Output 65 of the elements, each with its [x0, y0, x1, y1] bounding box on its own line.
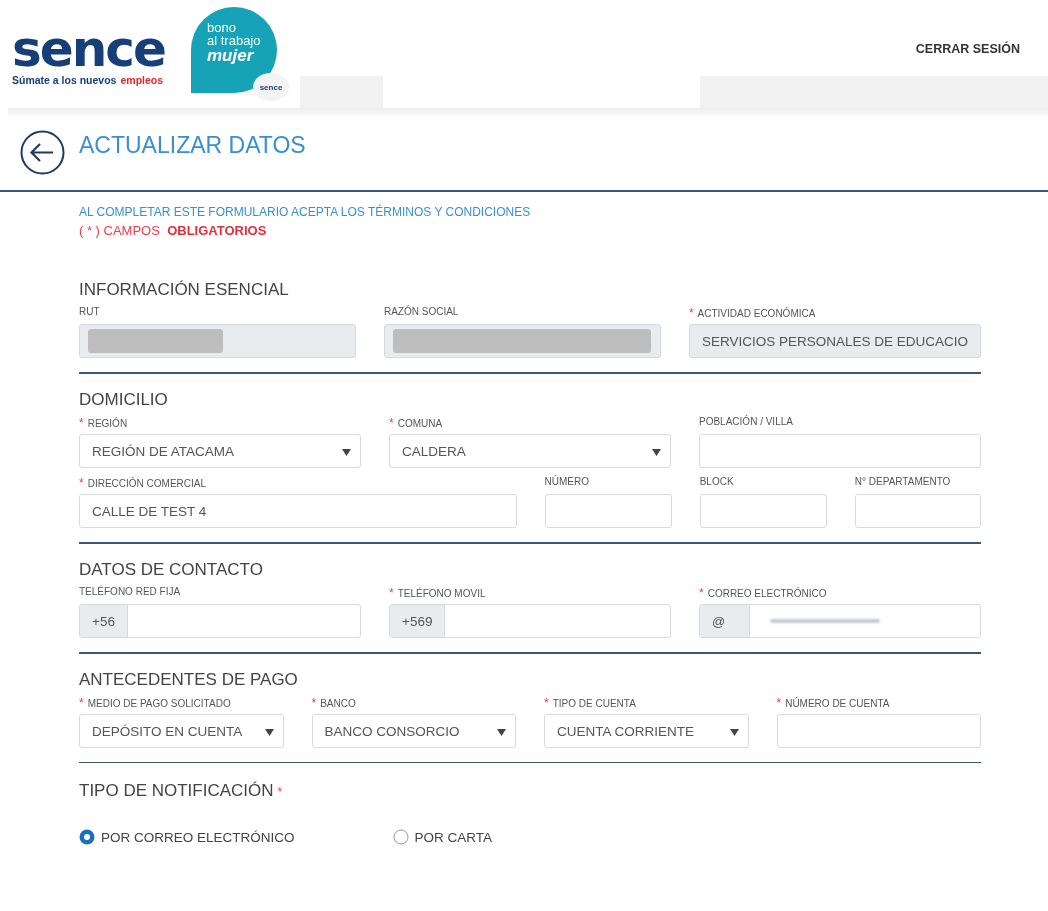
- select-field[interactable]: BANCO CONSORCIO: [311, 714, 516, 748]
- required-note: ( * ) CAMPOS OBLIGATORIOS: [79, 223, 268, 238]
- field-label: BLOCK: [699, 476, 734, 489]
- input-field[interactable]: +569: [389, 604, 671, 638]
- caret-icon: [729, 729, 739, 736]
- select-field[interactable]: CUENTA CORRIENTE: [544, 714, 749, 748]
- input-field[interactable]: @: [699, 604, 981, 638]
- required-asterisk: *: [79, 696, 84, 710]
- radio-option[interactable]: POR CORREO ELECTRÓNICO: [79, 829, 295, 845]
- logout-link[interactable]: CERRAR SESIÓN: [915, 42, 1020, 56]
- input-field[interactable]: CALLE DE TEST 4: [79, 494, 517, 528]
- field-label: DIRECCIÓN COMERCIAL: [87, 478, 207, 491]
- logo-tagline: Súmate a los nuevos: [12, 74, 117, 86]
- field-label: TIPO DE CUENTA: [552, 698, 636, 711]
- input-field[interactable]: [699, 494, 827, 528]
- readonly-field[interactable]: SERVICIOS PERSONALES DE EDUCACIO: [688, 324, 981, 358]
- required-asterisk: *: [776, 696, 782, 710]
- input-field[interactable]: +56: [79, 604, 361, 638]
- select-field[interactable]: DEPÓSITO EN CUENTA: [79, 714, 284, 748]
- terms-notice: AL COMPLETAR ESTE FORMULARIO ACEPTA LOS TÉRMINOS Y CONDICIONES: [79, 205, 532, 219]
- caret-icon: [652, 449, 661, 456]
- section-title: DATOS DE CONTACTO: [79, 560, 263, 580]
- mini-logo: sence: [253, 73, 289, 101]
- required-asterisk: *: [79, 416, 84, 430]
- required-asterisk: *: [688, 306, 694, 320]
- field-label: TELÉFONO MOVIL: [397, 588, 486, 601]
- required-asterisk: *: [79, 476, 84, 490]
- field-label: NÚMERO: [544, 476, 589, 489]
- field-label: ACTIVIDAD ECONÓMICA: [697, 308, 816, 321]
- section-title: ANTECEDENTES DE PAGO: [79, 670, 298, 690]
- input-field[interactable]: [699, 434, 981, 468]
- field-label: RUT: [79, 306, 100, 319]
- required-asterisk: *: [389, 586, 394, 600]
- readonly-field[interactable]: [383, 324, 661, 358]
- required-asterisk: *: [311, 696, 317, 710]
- field-label: N° DEPARTAMENTO: [854, 476, 951, 489]
- input-field[interactable]: [544, 494, 672, 528]
- caret-icon: [497, 729, 506, 736]
- required-asterisk: *: [699, 586, 704, 600]
- radio-option[interactable]: POR CARTA: [392, 829, 493, 845]
- required-asterisk: *: [544, 696, 549, 710]
- field-label: TELÉFONO RED FIJA: [79, 586, 181, 599]
- field-label: NÚMERO DE CUENTA: [785, 698, 890, 711]
- required-asterisk: *: [389, 416, 394, 430]
- select-field[interactable]: CALDERA: [389, 434, 671, 468]
- logo-wordmark: sence: [12, 24, 165, 74]
- caret-icon: [342, 449, 351, 456]
- field-label: POBLACIÓN / VILLA: [699, 416, 793, 429]
- select-field[interactable]: REGIÓN DE ATACAMA: [79, 434, 361, 468]
- input-field[interactable]: [776, 714, 981, 748]
- field-label: RAZÓN SOCIAL: [383, 306, 459, 319]
- input-field[interactable]: [854, 494, 981, 528]
- section-title: DOMICILIO: [79, 390, 168, 410]
- field-label: COMUNA: [397, 418, 443, 431]
- field-label: BANCO: [320, 698, 356, 711]
- readonly-field[interactable]: [79, 324, 356, 358]
- caret-icon: [264, 729, 274, 736]
- page-title: ACTUALIZAR DATOS: [79, 131, 306, 159]
- field-label: CORREO ELECTRÓNICO: [707, 588, 827, 601]
- field-label: MEDIO DE PAGO SOLICITADO: [87, 698, 231, 711]
- section-title: TIPO DE NOTIFICACIÓN: [79, 781, 274, 801]
- logo-tagline: empleos: [120, 74, 164, 86]
- field-label: REGIÓN: [87, 418, 128, 431]
- section-title: INFORMACIÓN ESENCIAL: [79, 280, 289, 300]
- required-asterisk: *: [277, 785, 283, 799]
